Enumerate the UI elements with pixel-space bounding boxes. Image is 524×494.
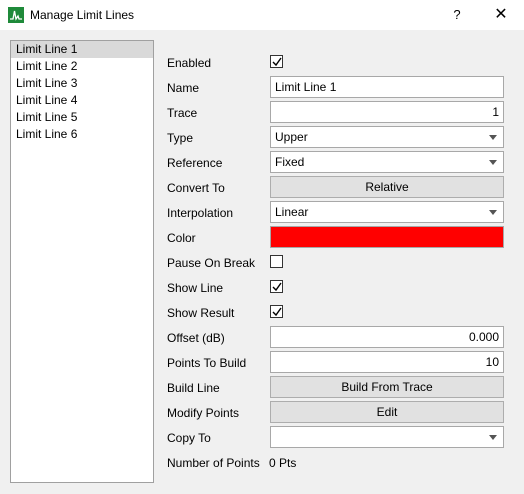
interpolation-value: Linear — [275, 205, 309, 219]
edit-button[interactable]: Edit — [270, 401, 504, 423]
offset-input[interactable]: 0.000 — [270, 326, 504, 348]
build-from-trace-button[interactable]: Build From Trace — [270, 376, 504, 398]
type-dropdown[interactable]: Upper — [270, 126, 504, 148]
list-item[interactable]: Limit Line 2 — [11, 58, 153, 75]
title-bar: Manage Limit Lines ? ✕ — [0, 0, 524, 30]
trace-input[interactable]: 1 — [270, 101, 504, 123]
checkmark-icon — [272, 57, 282, 67]
pause-on-break-checkbox[interactable] — [270, 255, 283, 268]
limit-lines-list[interactable]: Limit Line 1 Limit Line 2 Limit Line 3 L… — [10, 40, 154, 483]
interpolation-dropdown[interactable]: Linear — [270, 201, 504, 223]
convert-to-label: Convert To — [167, 181, 225, 195]
show-line-label: Show Line — [167, 281, 224, 295]
name-label: Name — [167, 81, 200, 95]
reference-dropdown[interactable]: Fixed — [270, 151, 504, 173]
color-label: Color — [167, 231, 196, 245]
show-line-checkbox[interactable] — [270, 280, 283, 293]
list-item[interactable]: Limit Line 5 — [11, 109, 153, 126]
enabled-label: Enabled — [167, 56, 212, 70]
copy-to-label: Copy To — [167, 431, 211, 445]
list-item[interactable]: Limit Line 4 — [11, 92, 153, 109]
show-result-label: Show Result — [167, 306, 235, 320]
manage-limit-lines-dialog: Manage Limit Lines ? ✕ Limit Line 1 Limi… — [0, 0, 524, 494]
chevron-down-icon — [489, 435, 497, 440]
checkmark-icon — [272, 307, 282, 317]
interpolation-label: Interpolation — [167, 206, 234, 220]
spectrum-icon — [8, 7, 24, 23]
window-title: Manage Limit Lines — [30, 8, 135, 22]
number-of-points-value: 0 Pts — [269, 456, 297, 470]
type-label: Type — [167, 131, 194, 145]
name-input[interactable]: Limit Line 1 — [270, 76, 504, 98]
modify-points-label: Modify Points — [167, 406, 240, 420]
close-button[interactable]: ✕ — [486, 4, 516, 26]
type-value: Upper — [275, 130, 308, 144]
color-swatch[interactable] — [270, 226, 504, 248]
points-to-build-input[interactable]: 10 — [270, 351, 504, 373]
list-item[interactable]: Limit Line 3 — [11, 75, 153, 92]
trace-label: Trace — [167, 106, 198, 120]
enabled-checkbox[interactable] — [270, 55, 283, 68]
relative-button[interactable]: Relative — [270, 176, 504, 198]
show-result-checkbox[interactable] — [270, 305, 283, 318]
points-to-build-label: Points To Build — [167, 356, 247, 370]
number-of-points-label: Number of Points — [167, 456, 260, 470]
copy-to-dropdown[interactable] — [270, 426, 504, 448]
reference-label: Reference — [167, 156, 223, 170]
chevron-down-icon — [489, 160, 497, 165]
chevron-down-icon — [489, 210, 497, 215]
build-line-label: Build Line — [167, 381, 220, 395]
chevron-down-icon — [489, 135, 497, 140]
reference-value: Fixed — [275, 155, 305, 169]
offset-label: Offset (dB) — [167, 331, 225, 345]
help-button[interactable]: ? — [444, 4, 470, 26]
pause-on-break-label: Pause On Break — [167, 256, 256, 270]
checkmark-icon — [272, 282, 282, 292]
list-item[interactable]: Limit Line 6 — [11, 126, 153, 143]
list-item[interactable]: Limit Line 1 — [11, 41, 153, 58]
